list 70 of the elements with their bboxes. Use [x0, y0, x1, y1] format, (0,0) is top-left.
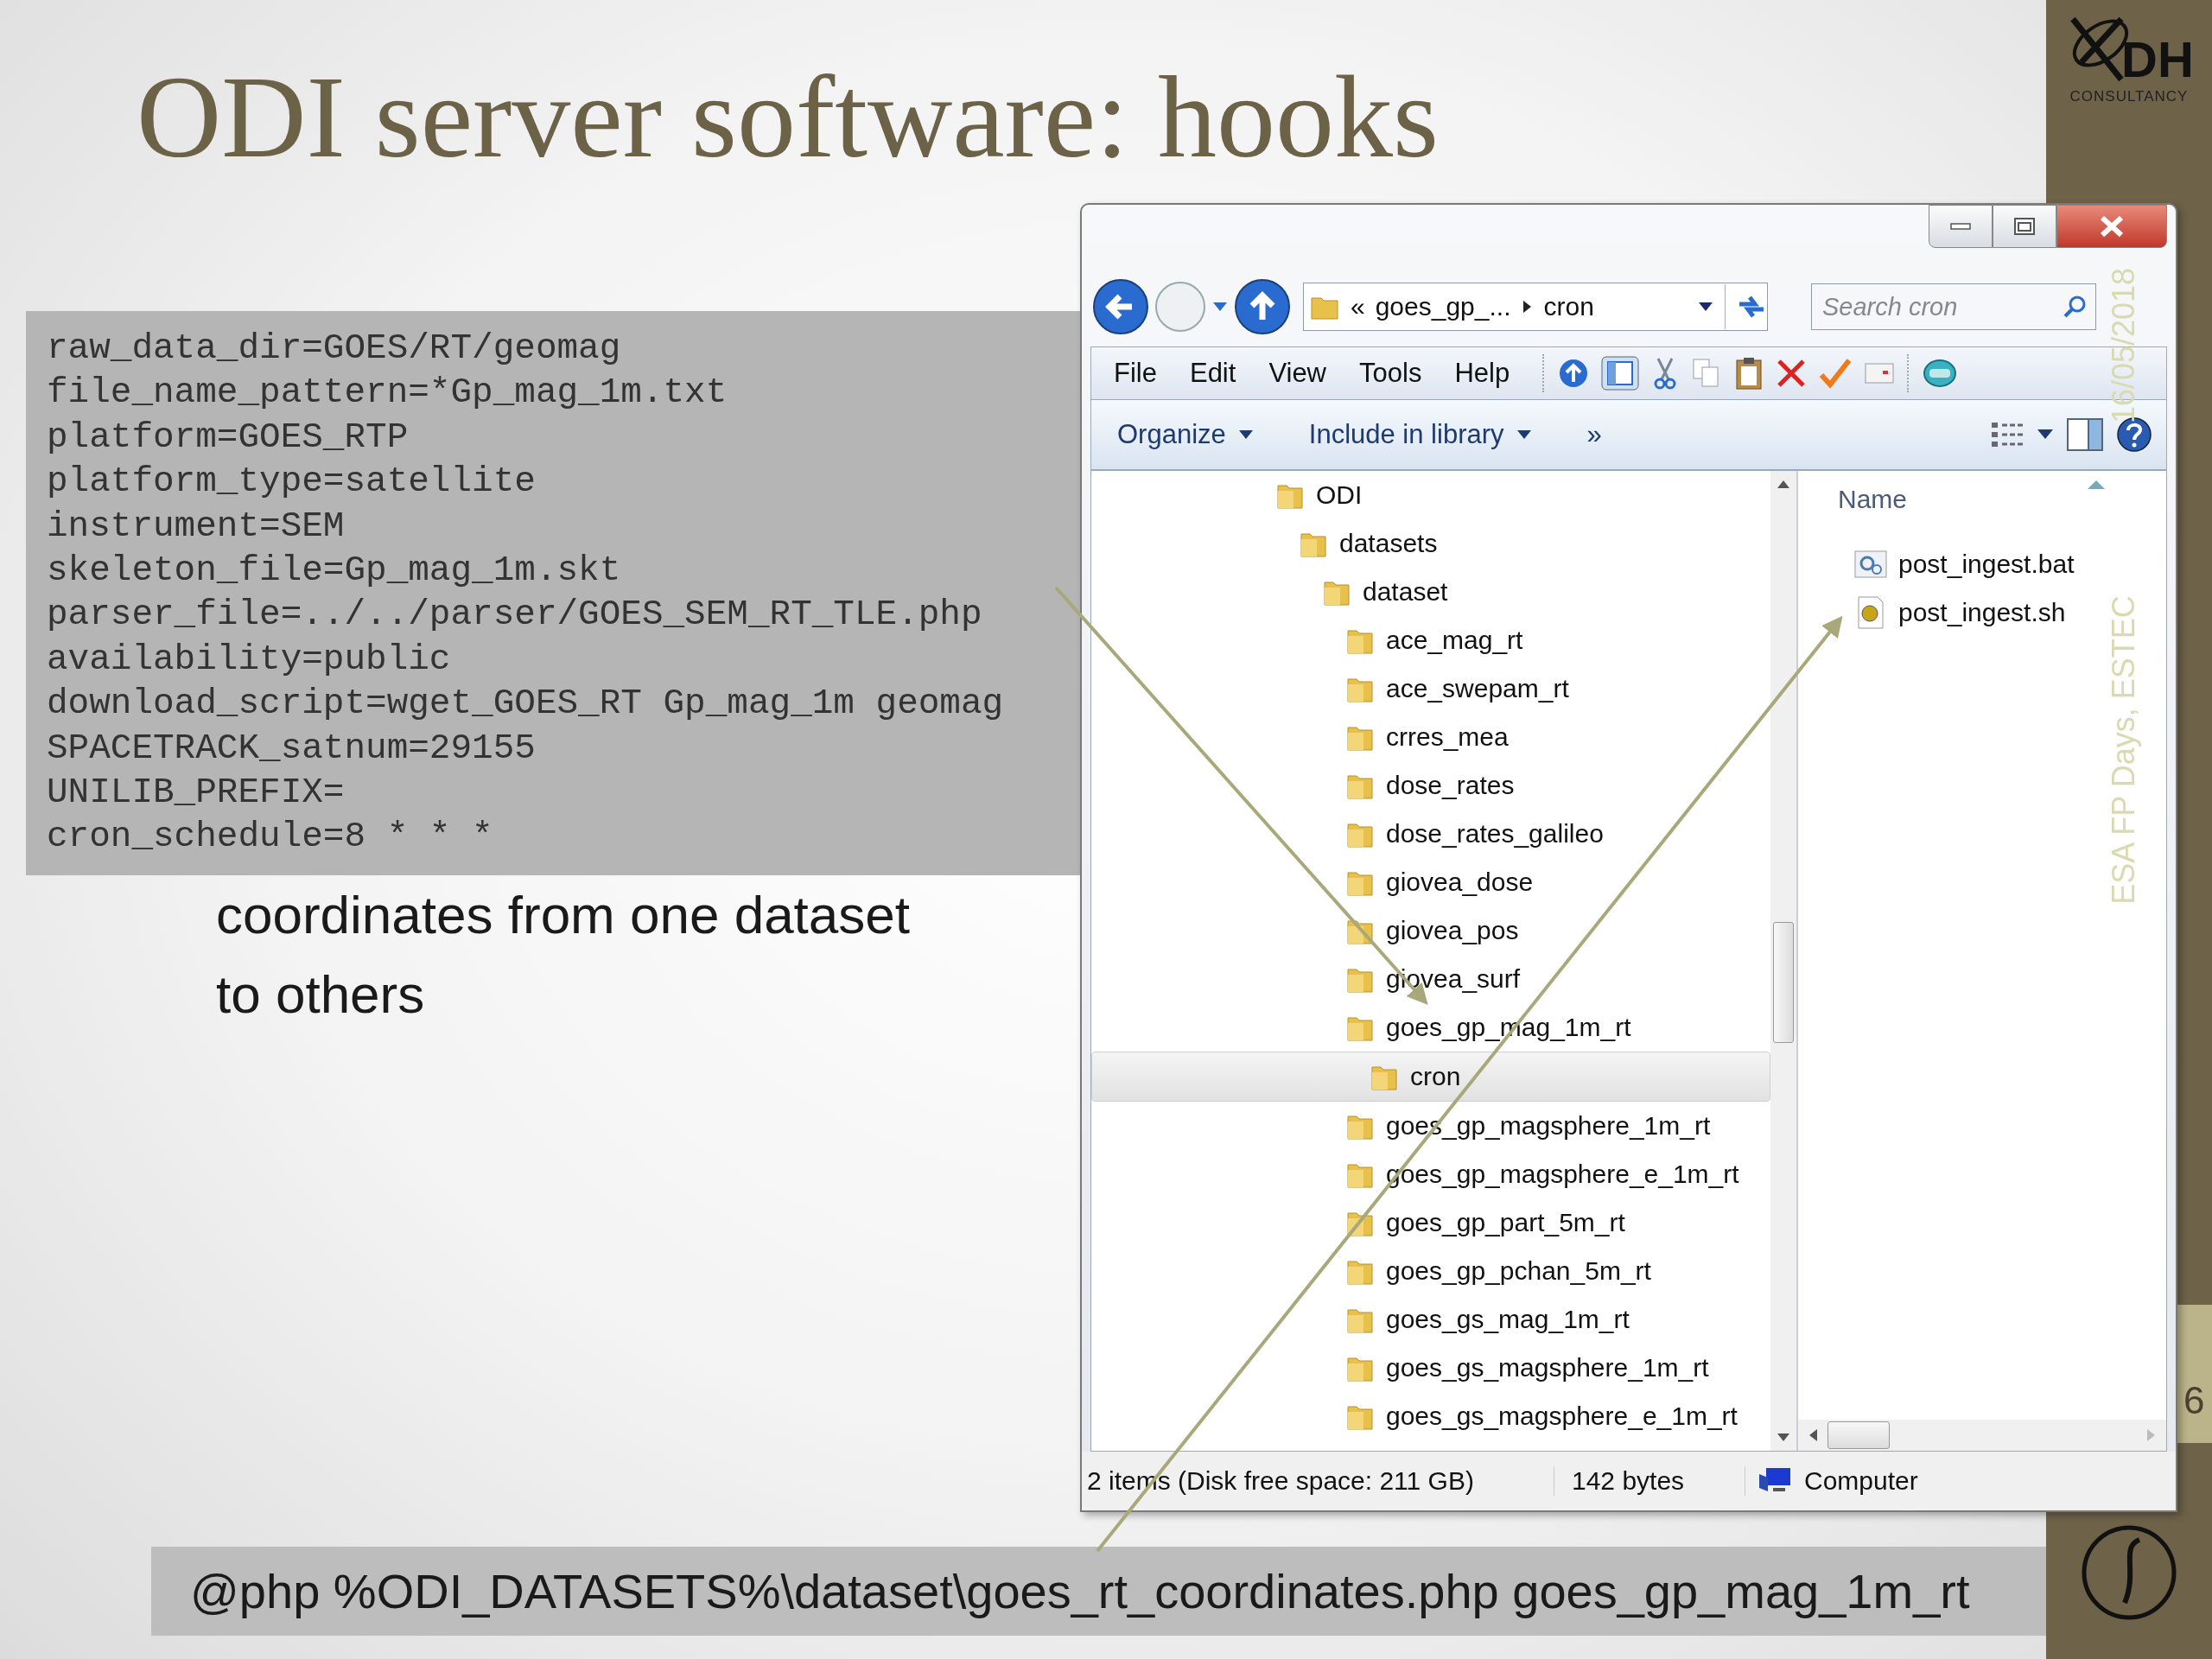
preview-pane-icon[interactable] [2066, 417, 2104, 452]
envelope-icon[interactable] [1864, 360, 1896, 386]
address-bar[interactable]: « goes_gp_... cron [1303, 283, 1768, 331]
pane-toggle-icon[interactable] [1601, 356, 1640, 391]
history-dropdown-icon[interactable] [1211, 301, 1229, 313]
menu-item[interactable]: Edit [1189, 358, 1236, 389]
paste-icon[interactable] [1734, 356, 1764, 391]
tree-item[interactable]: giovea_dose [1091, 858, 1770, 906]
gear-file-icon [1853, 549, 1888, 580]
caret-icon [1516, 429, 1532, 440]
footer-date: 16/05/2018 [2106, 267, 2142, 424]
breadcrumb[interactable]: goes_gp_... [1375, 292, 1511, 321]
tree-item[interactable]: dose_rates_galileo [1091, 810, 1770, 858]
scroll-thumb[interactable] [1773, 922, 1794, 1043]
tree-item[interactable]: goes_gs_magsphere_1m_rt [1091, 1344, 1770, 1392]
page-number: 6 [2183, 1379, 2205, 1422]
breadcrumb-overflow[interactable]: « [1351, 292, 1365, 321]
search-icon [2062, 294, 2088, 320]
document-entry[interactable]: post_ingest.sh [1798, 588, 2071, 637]
maximize-icon [2013, 217, 2036, 236]
search-field[interactable]: Search cron [1811, 283, 2096, 330]
tree-item[interactable]: goes_gs_magsphere_e_1m_rt [1091, 1392, 1770, 1440]
caret-icon [1237, 429, 1254, 440]
tree-item[interactable]: ODI [1091, 471, 1770, 519]
maximize-button[interactable] [1993, 205, 2056, 248]
document-entry[interactable]: post_ingest.bat [1798, 540, 2080, 588]
logo-text: DH [2121, 30, 2194, 88]
tree-item[interactable]: dose_rates [1091, 761, 1770, 810]
menu-item[interactable]: File [1114, 358, 1157, 389]
close-button[interactable] [2056, 205, 2167, 248]
logo-subtitle: CONSULTANCY [2069, 88, 2189, 105]
delete-icon[interactable] [1776, 358, 1808, 389]
tree-item[interactable]: goes_gp_part_5m_rt [1091, 1198, 1770, 1247]
menu-item[interactable]: View [1268, 358, 1326, 389]
tree-item[interactable]: datasets [1091, 519, 1770, 568]
view-options-icon[interactable] [1990, 420, 2024, 449]
tree-item[interactable]: cron [1091, 1052, 1770, 1102]
up-button[interactable] [1234, 278, 1291, 335]
status-size: 142 bytes [1567, 1466, 1745, 1496]
status-location: Computer [1804, 1466, 1918, 1496]
tree-item[interactable]: goes_gp_pchan_5m_rt [1091, 1247, 1770, 1295]
back-button[interactable] [1092, 278, 1149, 335]
checkmark-icon[interactable] [1819, 358, 1853, 389]
bullet-text: coordinates from one dataset to others [216, 883, 912, 1026]
slide-title: ODI server software: hooks [137, 52, 1440, 181]
command-button[interactable]: Include in library [1308, 419, 1532, 450]
column-header[interactable]: Name [1838, 485, 1908, 514]
sort-arrow-icon [2087, 480, 2106, 490]
menu-item[interactable]: Help [1454, 358, 1510, 389]
close-icon [2099, 215, 2125, 238]
config-listing: raw_data_dir=GOES/RT/geomag file_name_pattern=*Gp_mag_1m.txt platform=GOES_RTP platform_type=satellite instrument=SEM skeleton_file=Gp_mag_1m.skt parser_file=../../parser/GOES_SEM_RT_TLE.php availability=public download_script=wget_GOES_RT Gp_mag_1m geomag SPACETRACK_satnum=29155 UNILIB_PREFIX= cron_schedule=8 * * * [26, 311, 1080, 875]
horizontal-scrollbar[interactable] [1798, 1420, 2166, 1451]
globe-icon[interactable] [1923, 358, 1958, 389]
minimize-button[interactable] [1929, 205, 1993, 248]
command-button[interactable]: Organize [1117, 419, 1254, 450]
dropdown-icon[interactable] [1697, 301, 1714, 313]
tree-item[interactable]: ace_mag_rt [1091, 616, 1770, 664]
menu-item[interactable]: Tools [1359, 358, 1422, 389]
scroll-thumb[interactable] [1827, 1421, 1890, 1449]
tree-item[interactable]: ace_swepam_rt [1091, 664, 1770, 713]
tree-item[interactable]: dataset [1091, 568, 1770, 616]
minimize-icon [1950, 223, 1971, 230]
scrollbar[interactable] [1770, 471, 1796, 1451]
tree-item[interactable]: goes_gs_mag_1m_rt [1091, 1295, 1770, 1344]
more-commands[interactable]: » [1586, 419, 1602, 450]
footer-event: ESA FP Days, ESTEC [2106, 595, 2142, 905]
tree-item[interactable]: giovea_pos [1091, 906, 1770, 955]
caret-icon[interactable] [2037, 429, 2054, 441]
breadcrumb[interactable]: cron [1543, 292, 1594, 321]
tree-item[interactable]: crres_mea [1091, 713, 1770, 761]
